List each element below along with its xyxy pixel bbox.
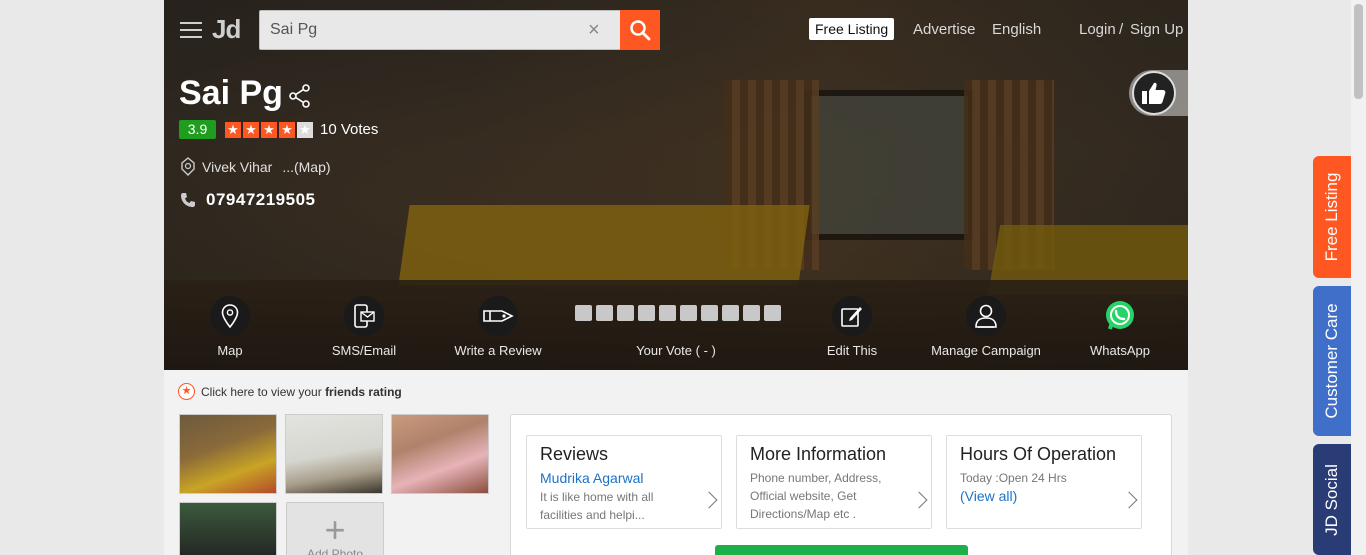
star-icon: ★ [279, 122, 295, 138]
vote-box[interactable] [596, 305, 613, 321]
edit-icon [841, 307, 862, 327]
phone: 07947219505 [180, 190, 316, 210]
vote-box[interactable] [701, 305, 718, 321]
free-listing-link[interactable]: Free Listing [809, 18, 895, 40]
add-photo-label: Add Photo [306, 547, 364, 555]
vote-box[interactable] [764, 305, 781, 321]
page-scrollbar[interactable] [1351, 0, 1366, 555]
address: Vivek Vihar ...(Map) [180, 157, 331, 177]
edit-action[interactable]: Edit This [792, 296, 912, 358]
vote-box[interactable] [638, 305, 655, 321]
rating-badge: 3.9 [179, 120, 216, 139]
pen-icon [483, 310, 514, 322]
vote-box[interactable] [575, 305, 592, 321]
map-action[interactable]: Map [170, 296, 290, 358]
menu-icon[interactable] [180, 22, 202, 38]
photo-thumbnail[interactable] [285, 414, 383, 494]
sms-email-label: SMS/Email [331, 343, 397, 358]
login-separator: / [1119, 21, 1124, 38]
green-action-button[interactable] [715, 545, 968, 555]
vote-selector[interactable] [575, 305, 781, 321]
whatsapp-label: WhatsApp [1090, 343, 1150, 358]
votes-count: 10 Votes [320, 121, 379, 138]
manage-campaign-label: Manage Campaign [931, 343, 1041, 358]
info-card: Reviews Mudrika Agarwal It is like home … [510, 414, 1172, 555]
hero-banner: Jd × Free Listing Advertise English Logi… [164, 0, 1188, 370]
write-review-label: Write a Review [454, 343, 542, 358]
phone-number[interactable]: 07947219505 [206, 190, 316, 210]
photo-thumbnail[interactable] [179, 502, 277, 555]
review-excerpt: It is like home with all facilities and … [540, 490, 654, 522]
reviews-card[interactable]: Reviews Mudrika Agarwal It is like home … [526, 435, 722, 529]
jd-logo[interactable]: Jd [212, 14, 241, 45]
vote-box[interactable] [659, 305, 676, 321]
map-pin-icon [221, 304, 239, 328]
star-empty-icon: ★ [297, 122, 313, 138]
like-button[interactable] [1129, 70, 1188, 116]
side-tab-free-listing-label: Free Listing [1322, 172, 1341, 262]
photo-thumbnail[interactable] [391, 414, 489, 494]
vote-box[interactable] [680, 305, 697, 321]
friends-rating-bold: friends rating [325, 384, 402, 399]
phone-icon [181, 193, 195, 207]
whatsapp-icon [1106, 301, 1134, 330]
hours-title: Hours Of Operation [960, 444, 1117, 464]
location-pin-icon [181, 157, 195, 176]
your-vote-label: Your Vote ( - ) [636, 343, 716, 358]
friends-rating-link[interactable]: ★ Click here to view your friends rating [178, 383, 402, 400]
chevron-right-icon [700, 491, 718, 509]
search-icon [630, 20, 651, 41]
clear-search-icon[interactable]: × [588, 19, 600, 42]
write-review-action[interactable]: Write a Review [438, 296, 558, 358]
thumbs-up-icon [1142, 82, 1166, 104]
vote-box[interactable] [617, 305, 634, 321]
chevron-right-icon [910, 491, 928, 509]
view-all-hours-link[interactable]: (View all) [960, 488, 1017, 504]
share-icon[interactable] [288, 84, 312, 108]
more-information-card[interactable]: More Information Phone number, Address, … [736, 435, 932, 529]
sms-email-action[interactable]: SMS/Email [304, 296, 424, 358]
hours-text: Today :Open 24 Hrs [960, 471, 1067, 485]
star-icon: ★ [243, 122, 259, 138]
side-tab-customer-care[interactable]: Customer Care [1313, 286, 1351, 436]
page: Jd × Free Listing Advertise English Logi… [164, 0, 1188, 555]
side-tab-free-listing[interactable]: Free Listing [1313, 156, 1351, 278]
chevron-right-icon [1120, 491, 1138, 509]
vote-box[interactable] [722, 305, 739, 321]
star-rating: ★ ★ ★ ★ ★ [225, 122, 313, 138]
plus-icon: + [324, 509, 346, 550]
side-tab-jd-social[interactable]: JD Social [1313, 444, 1351, 555]
reviews-title: Reviews [540, 444, 609, 464]
scrollbar-thumb[interactable] [1354, 4, 1363, 99]
vote-box[interactable] [743, 305, 760, 321]
review-author[interactable]: Mudrika Agarwal [540, 470, 644, 486]
manage-campaign-action[interactable]: Manage Campaign [926, 296, 1046, 358]
address-text: Vivek Vihar [202, 159, 273, 175]
search-button[interactable] [620, 10, 660, 50]
more-information-title: More Information [750, 444, 887, 464]
side-tab-customer-care-label: Customer Care [1322, 303, 1341, 419]
map-link[interactable]: ...(Map) [282, 159, 330, 175]
search-box: × [259, 10, 660, 50]
hours-card[interactable]: Hours Of Operation Today :Open 24 Hrs (V… [946, 435, 1142, 529]
more-information-text: Phone number, Address, Official website,… [750, 471, 882, 521]
user-campaign-icon [975, 304, 997, 328]
side-tab-jd-social-label: JD Social [1322, 463, 1341, 536]
map-label: Map [217, 343, 243, 358]
star-icon: ★ [225, 122, 241, 138]
listing-title: Sai Pg [179, 74, 283, 112]
friends-rating-prefix: Click here to view your [201, 384, 322, 399]
advertise-link[interactable]: Advertise [913, 21, 976, 38]
whatsapp-action[interactable]: WhatsApp [1060, 296, 1180, 358]
add-photo-button[interactable]: + Add Photo [286, 502, 384, 555]
search-input[interactable] [260, 11, 600, 49]
login-link[interactable]: Login [1079, 21, 1116, 38]
sms-email-icon [354, 304, 375, 328]
star-icon: ★ [261, 122, 277, 138]
language-link[interactable]: English [992, 21, 1041, 38]
signup-link[interactable]: Sign Up [1130, 21, 1183, 38]
photo-thumbnail[interactable] [179, 414, 277, 494]
edit-label: Edit This [826, 343, 878, 358]
star-badge-icon: ★ [178, 383, 195, 400]
